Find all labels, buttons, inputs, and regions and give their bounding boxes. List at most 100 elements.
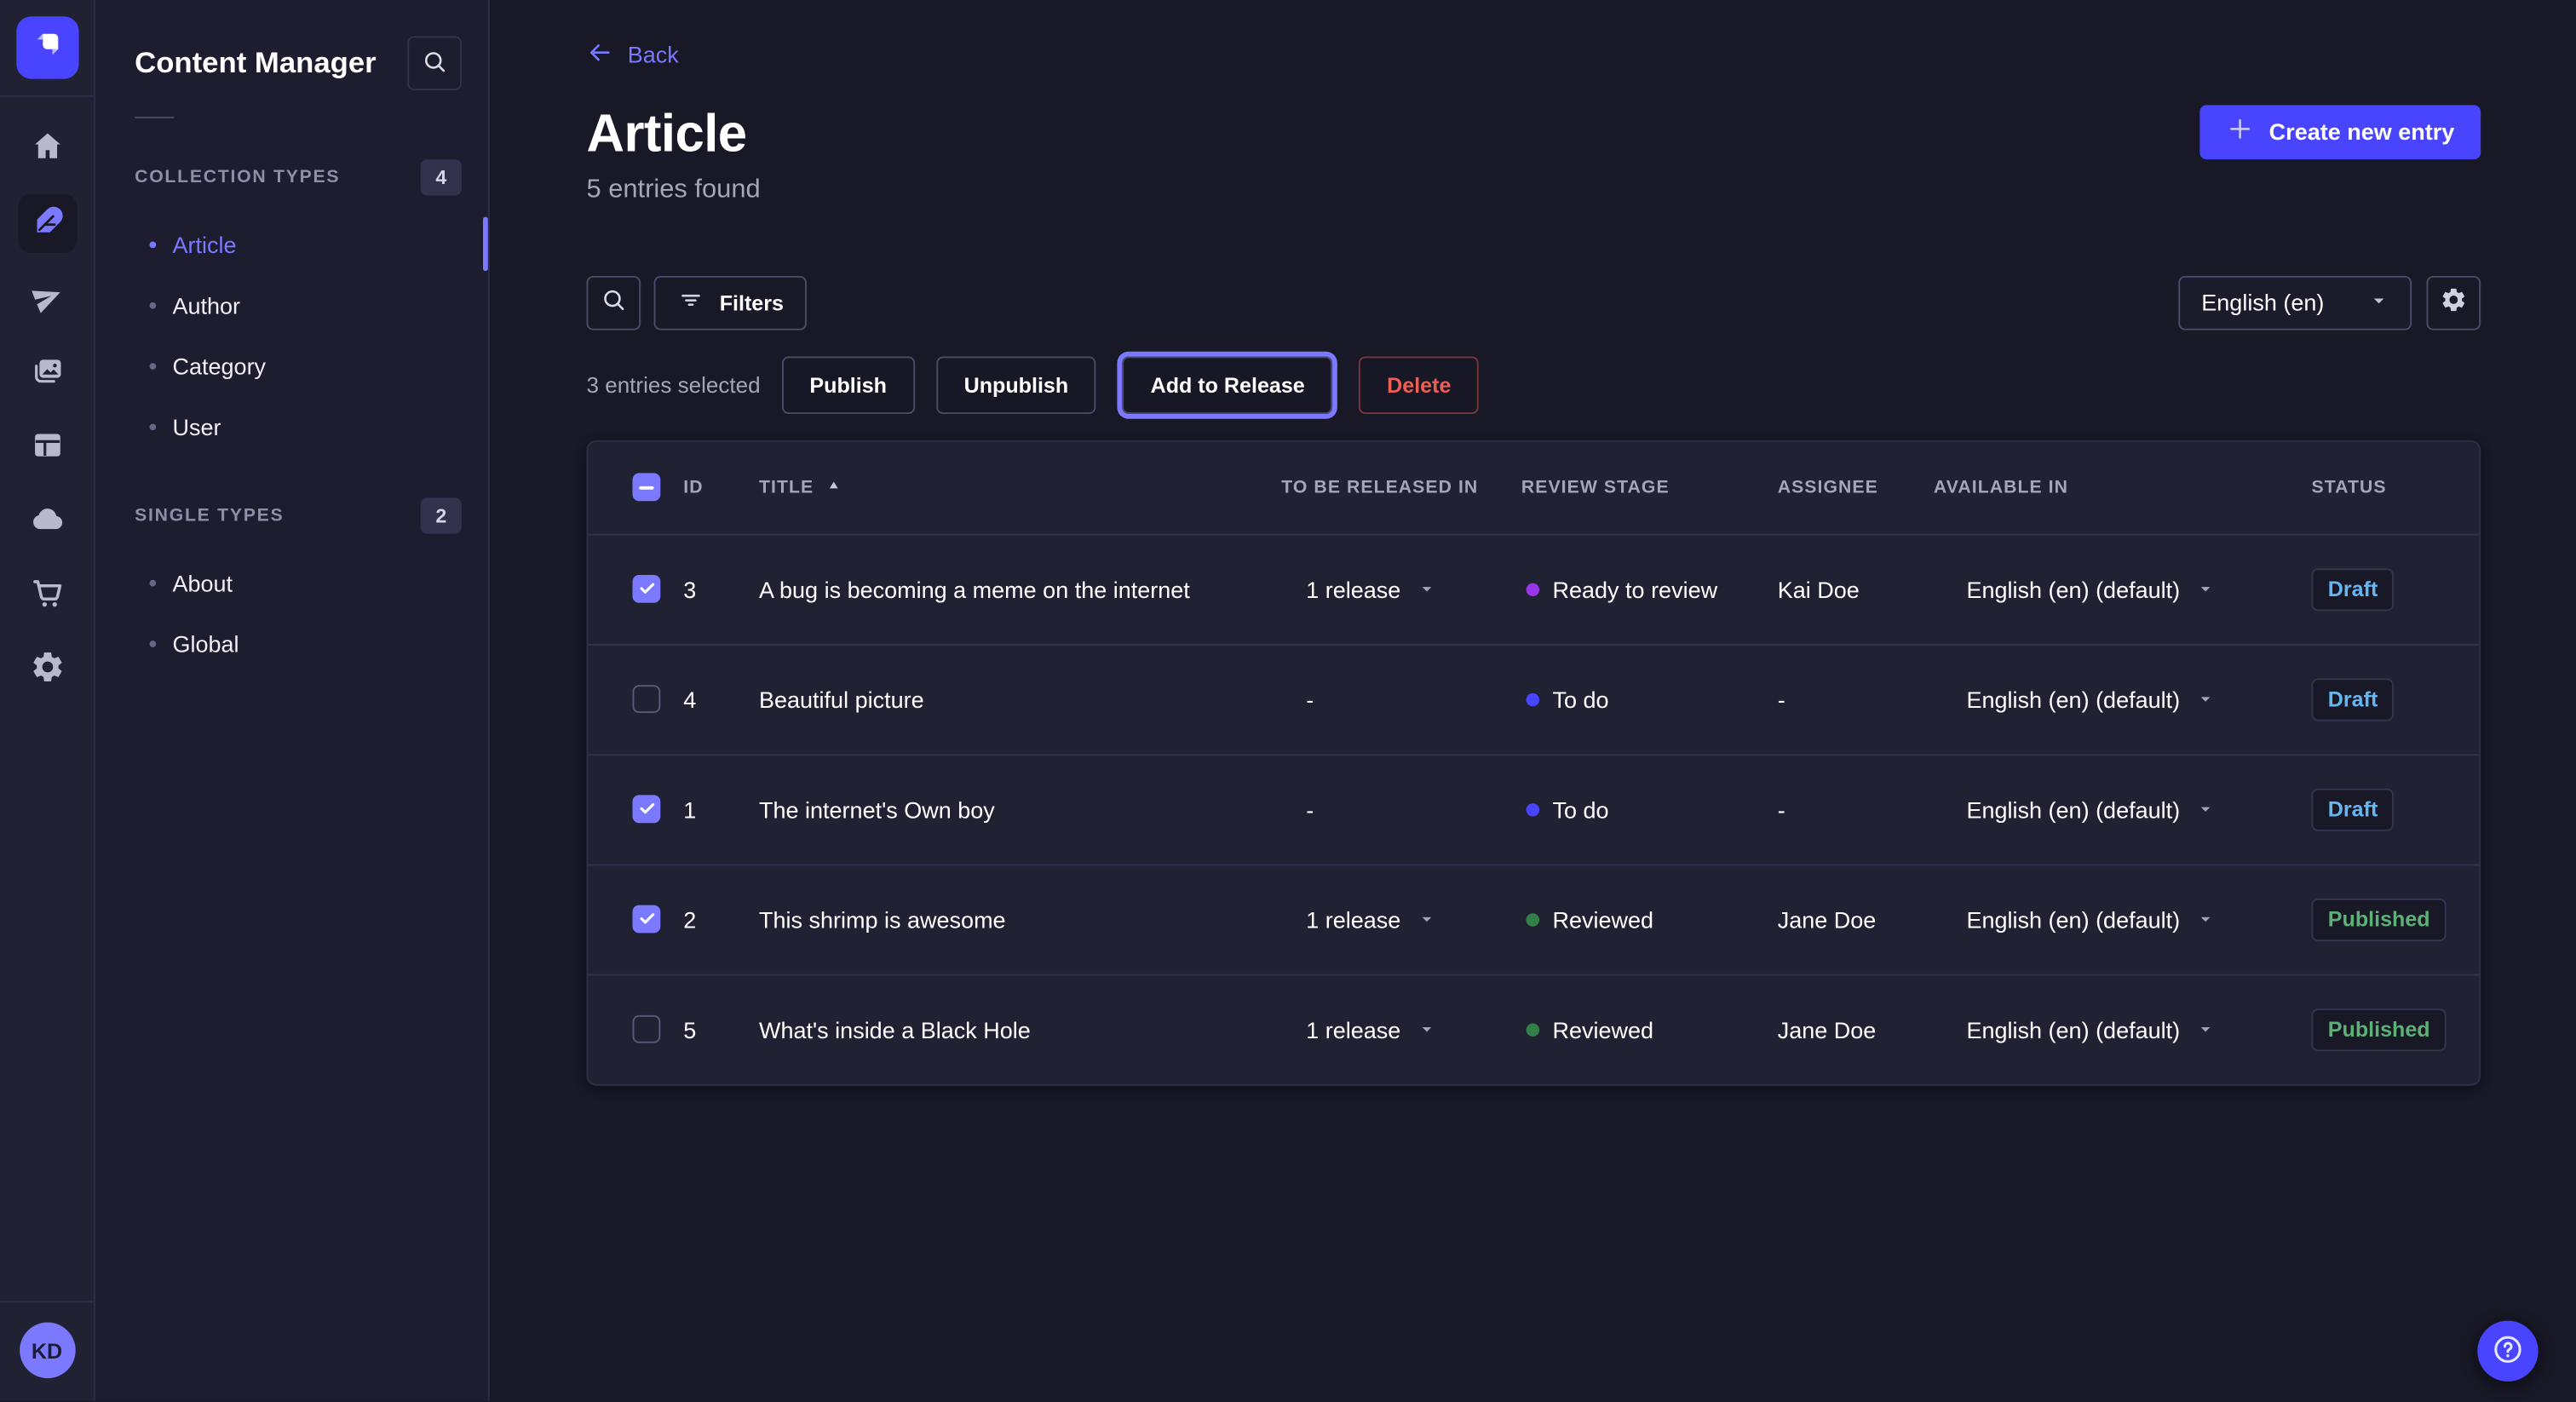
- column-header-status: STATUS: [2298, 477, 2479, 497]
- app-window: KD Content Manager COLLECTION TYPES 4 Ar…: [0, 0, 2576, 1402]
- cell-assignee: Kai Doe: [1764, 576, 1920, 602]
- sidebar-item-label: Article: [172, 231, 236, 257]
- chevron-down-icon: [2196, 796, 2214, 822]
- section-label: COLLECTION TYPES: [135, 168, 340, 187]
- chevron-down-icon: [1417, 1016, 1435, 1043]
- rail-item-content-type-builder[interactable]: [19, 419, 75, 475]
- bullet-icon: [149, 423, 156, 430]
- cell-available-in[interactable]: English (en) (default): [1920, 576, 2298, 602]
- delete-button[interactable]: Delete: [1359, 356, 1479, 413]
- sidebar-item-label: About: [172, 569, 233, 595]
- unpublish-button[interactable]: Unpublish: [936, 356, 1096, 413]
- row-checkbox[interactable]: [632, 1015, 660, 1043]
- cell-assignee: -: [1764, 686, 1920, 712]
- sidebar-item-global[interactable]: Global: [95, 612, 488, 673]
- cell-to-be-released-in[interactable]: 1 release: [1268, 1016, 1509, 1043]
- bullet-icon: [149, 302, 156, 308]
- chevron-down-icon: [2196, 1016, 2214, 1043]
- column-header-id[interactable]: ID: [670, 477, 746, 497]
- filters-button[interactable]: Filters: [654, 275, 807, 330]
- cell-to-be-released-in[interactable]: 1 release: [1268, 576, 1509, 602]
- table-header-row: ID TITLE TO BE RELEASED IN REVIEW STAGE …: [588, 441, 2479, 533]
- check-icon: [636, 796, 656, 822]
- main-content: Back Article Create new entry 5 entries …: [490, 0, 2576, 1402]
- stage-dot-icon: [1527, 583, 1539, 595]
- rail-item-marketplace[interactable]: [19, 566, 75, 623]
- subnav-title: Content Manager: [135, 46, 377, 80]
- rail-item-content-manager[interactable]: [17, 194, 76, 253]
- search-icon: [421, 47, 449, 80]
- sidebar-item-about[interactable]: About: [95, 552, 488, 612]
- sidebar-item-user[interactable]: User: [95, 396, 488, 457]
- paper-plane-icon: [29, 279, 65, 319]
- images-icon: [29, 353, 65, 394]
- table-row[interactable]: 2This shrimp is awesome1 releaseReviewed…: [588, 863, 2479, 973]
- sidebar-item-author[interactable]: Author: [95, 274, 488, 335]
- cell-id: 4: [670, 686, 746, 712]
- cell-status: Published: [2298, 1008, 2479, 1050]
- home-icon: [29, 127, 65, 168]
- status-badge: Draft: [2311, 678, 2394, 721]
- rail-item-media-library[interactable]: [19, 345, 75, 401]
- chevron-down-icon: [2196, 576, 2214, 602]
- cart-icon: [29, 574, 65, 615]
- selection-actions-bar: 3 entries selected Publish Unpublish Add…: [586, 356, 2481, 413]
- cell-assignee: Jane Doe: [1764, 906, 1920, 933]
- cell-review-stage: Reviewed: [1508, 1016, 1764, 1043]
- publish-button[interactable]: Publish: [782, 356, 915, 413]
- strapi-logo-icon: [29, 26, 65, 70]
- cell-available-in[interactable]: English (en) (default): [1920, 796, 2298, 822]
- column-header-title[interactable]: TITLE: [746, 475, 1268, 498]
- table-row[interactable]: 1The internet's Own boy-To do-English (e…: [588, 753, 2479, 863]
- row-checkbox[interactable]: [632, 795, 660, 823]
- select-all-checkbox[interactable]: [632, 473, 660, 501]
- sidebar-item-category[interactable]: Category: [95, 335, 488, 395]
- rail-item-cloud[interactable]: [19, 493, 75, 549]
- cell-title: This shrimp is awesome: [746, 906, 1268, 933]
- search-button[interactable]: [586, 275, 641, 330]
- entries-table: ID TITLE TO BE RELEASED IN REVIEW STAGE …: [586, 440, 2481, 1085]
- cell-title: The internet's Own boy: [746, 796, 1268, 822]
- row-checkbox[interactable]: [632, 685, 660, 713]
- cell-available-in[interactable]: English (en) (default): [1920, 906, 2298, 933]
- add-to-release-button[interactable]: Add to Release: [1123, 356, 1333, 413]
- stage-dot-icon: [1527, 912, 1539, 925]
- strapi-logo[interactable]: [15, 16, 78, 78]
- bullet-icon: [149, 241, 156, 248]
- row-checkbox[interactable]: [632, 575, 660, 603]
- arrow-left-icon: [586, 38, 612, 70]
- indeterminate-icon: [639, 486, 653, 489]
- table-row[interactable]: 5What's inside a Black Hole1 releaseRevi…: [588, 974, 2479, 1083]
- column-header-available-in: AVAILABLE IN: [1920, 477, 2298, 497]
- user-avatar[interactable]: KD: [19, 1323, 75, 1379]
- stage-dot-icon: [1527, 1023, 1539, 1036]
- page-title: Article: [586, 104, 746, 160]
- status-badge: Published: [2311, 898, 2446, 940]
- table-row[interactable]: 3A bug is becoming a meme on the interne…: [588, 533, 2479, 643]
- view-settings-button[interactable]: [2426, 275, 2481, 330]
- cell-available-in[interactable]: English (en) (default): [1920, 686, 2298, 712]
- cell-title: Beautiful picture: [746, 686, 1268, 712]
- sidebar-item-article[interactable]: Article: [95, 214, 488, 274]
- cell-status: Published: [2298, 898, 2479, 940]
- rail-item-settings[interactable]: [19, 641, 75, 697]
- create-new-entry-button[interactable]: Create new entry: [2200, 104, 2481, 158]
- locale-selected-value: English (en): [2201, 289, 2324, 315]
- chevron-down-icon: [2196, 906, 2214, 933]
- rail-item-releases[interactable]: [19, 271, 75, 327]
- back-link[interactable]: Back: [586, 41, 678, 67]
- column-header-assignee: ASSIGNEE: [1764, 477, 1920, 497]
- layout-icon: [29, 426, 65, 467]
- rail-item-home[interactable]: [19, 120, 75, 176]
- cell-assignee: Jane Doe: [1764, 1016, 1920, 1043]
- row-checkbox[interactable]: [632, 905, 660, 934]
- gear-icon: [29, 648, 65, 689]
- chevron-down-icon: [1417, 906, 1435, 933]
- locale-selector[interactable]: English (en): [2178, 275, 2412, 330]
- cell-available-in[interactable]: English (en) (default): [1920, 1016, 2298, 1043]
- table-row[interactable]: 4Beautiful picture-To do-English (en) (d…: [588, 643, 2479, 753]
- subnav-search-button[interactable]: [407, 36, 462, 90]
- chevron-down-icon: [2196, 686, 2214, 712]
- cell-to-be-released-in[interactable]: 1 release: [1268, 906, 1509, 933]
- status-badge: Draft: [2311, 567, 2394, 610]
